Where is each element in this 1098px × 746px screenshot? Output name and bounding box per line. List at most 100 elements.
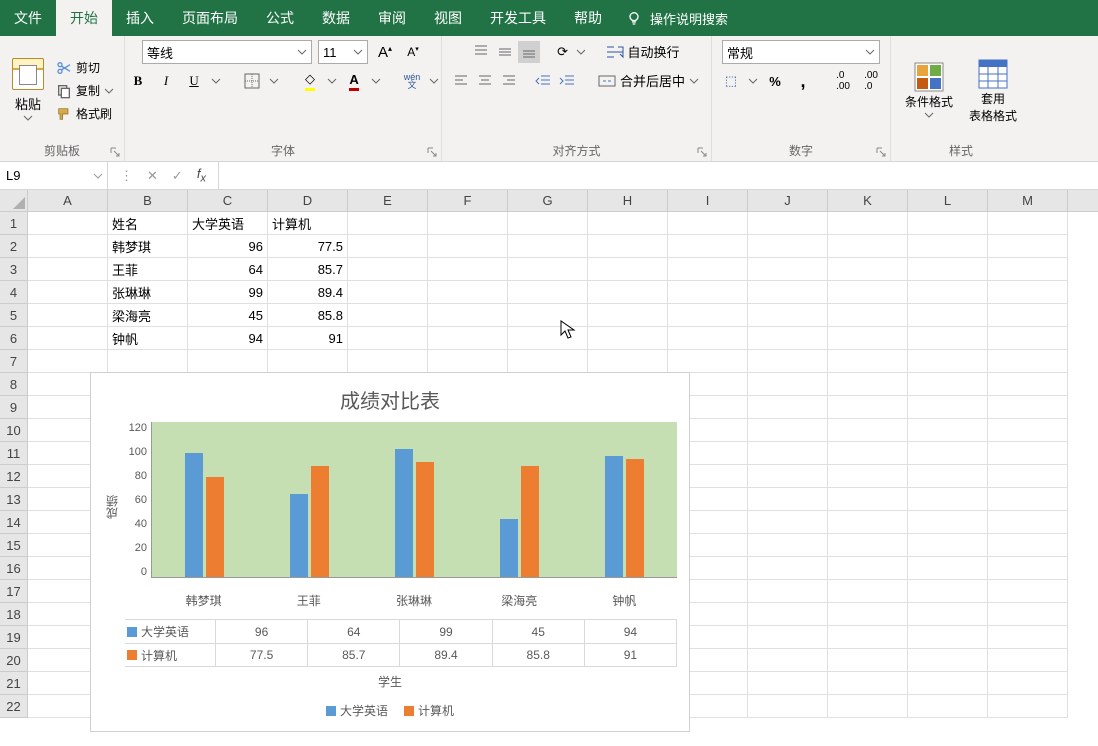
dialog-launcher-icon[interactable] bbox=[697, 147, 707, 157]
cell[interactable] bbox=[428, 304, 508, 327]
col-header-L[interactable]: L bbox=[908, 190, 988, 211]
row-header-10[interactable]: 10 bbox=[0, 419, 28, 442]
row-header-11[interactable]: 11 bbox=[0, 442, 28, 465]
confirm-icon[interactable]: ✓ bbox=[172, 168, 183, 184]
cell[interactable] bbox=[748, 281, 828, 304]
cell[interactable] bbox=[828, 419, 908, 442]
cell[interactable] bbox=[988, 373, 1068, 396]
cell[interactable] bbox=[988, 442, 1068, 465]
row-header-12[interactable]: 12 bbox=[0, 465, 28, 488]
select-all-corner[interactable] bbox=[0, 190, 28, 211]
cell[interactable] bbox=[988, 258, 1068, 281]
cell[interactable] bbox=[748, 258, 828, 281]
chevron-down-icon[interactable] bbox=[429, 76, 439, 86]
cell[interactable] bbox=[748, 442, 828, 465]
cut-button[interactable]: 剪切 bbox=[54, 58, 116, 77]
percent-button[interactable]: % bbox=[764, 70, 786, 92]
tab-layout[interactable]: 页面布局 bbox=[168, 0, 252, 36]
cell[interactable]: 张琳琳 bbox=[108, 281, 188, 304]
cell[interactable] bbox=[348, 304, 428, 327]
cell[interactable] bbox=[588, 235, 668, 258]
cell[interactable] bbox=[908, 672, 988, 695]
cell[interactable] bbox=[748, 580, 828, 603]
cell[interactable] bbox=[828, 465, 908, 488]
tab-file[interactable]: 文件 bbox=[0, 0, 56, 36]
cell[interactable] bbox=[908, 580, 988, 603]
cell[interactable] bbox=[588, 304, 668, 327]
chevron-down-icon[interactable] bbox=[211, 76, 221, 86]
tab-dev[interactable]: 开发工具 bbox=[476, 0, 560, 36]
decrease-indent-button[interactable] bbox=[532, 70, 554, 92]
cell[interactable] bbox=[828, 396, 908, 419]
cell[interactable] bbox=[588, 327, 668, 350]
fx-icon[interactable]: fx bbox=[197, 166, 206, 185]
cell[interactable] bbox=[908, 511, 988, 534]
font-size-combo[interactable]: 11 bbox=[318, 40, 368, 64]
cell[interactable]: 姓名 bbox=[108, 212, 188, 235]
cell[interactable] bbox=[428, 212, 508, 235]
row-header-6[interactable]: 6 bbox=[0, 327, 28, 350]
cell[interactable] bbox=[588, 212, 668, 235]
col-header-A[interactable]: A bbox=[28, 190, 108, 211]
cell[interactable]: 99 bbox=[188, 281, 268, 304]
align-center-button[interactable] bbox=[474, 70, 496, 92]
cell[interactable]: 王菲 bbox=[108, 258, 188, 281]
phonetic-button[interactable]: wén文 bbox=[401, 70, 423, 92]
cell[interactable] bbox=[748, 672, 828, 695]
cell[interactable] bbox=[748, 626, 828, 649]
col-header-K[interactable]: K bbox=[828, 190, 908, 211]
cell[interactable] bbox=[108, 350, 188, 373]
cell[interactable] bbox=[748, 557, 828, 580]
row-header-8[interactable]: 8 bbox=[0, 373, 28, 396]
col-header-E[interactable]: E bbox=[348, 190, 428, 211]
border-button[interactable] bbox=[241, 70, 263, 92]
cell[interactable] bbox=[988, 465, 1068, 488]
cell[interactable] bbox=[668, 212, 748, 235]
col-header-F[interactable]: F bbox=[428, 190, 508, 211]
cell[interactable] bbox=[988, 603, 1068, 626]
cell[interactable] bbox=[28, 327, 108, 350]
row-header-19[interactable]: 19 bbox=[0, 626, 28, 649]
col-header-J[interactable]: J bbox=[748, 190, 828, 211]
cell[interactable] bbox=[748, 212, 828, 235]
cell[interactable] bbox=[988, 488, 1068, 511]
cell[interactable] bbox=[828, 649, 908, 672]
increase-decimal-button[interactable]: .0.00 bbox=[832, 70, 854, 92]
number-format-combo[interactable]: 常规 bbox=[722, 40, 880, 64]
cell[interactable] bbox=[508, 258, 588, 281]
cell[interactable] bbox=[588, 350, 668, 373]
cell[interactable] bbox=[268, 350, 348, 373]
row-header-13[interactable]: 13 bbox=[0, 488, 28, 511]
cell[interactable] bbox=[988, 626, 1068, 649]
cell[interactable]: 计算机 bbox=[268, 212, 348, 235]
increase-indent-button[interactable] bbox=[556, 70, 578, 92]
cell[interactable] bbox=[508, 212, 588, 235]
cell[interactable] bbox=[988, 419, 1068, 442]
cell[interactable] bbox=[668, 281, 748, 304]
cell[interactable] bbox=[908, 304, 988, 327]
tab-help[interactable]: 帮助 bbox=[560, 0, 616, 36]
col-header-H[interactable]: H bbox=[588, 190, 668, 211]
cell[interactable] bbox=[908, 465, 988, 488]
cell[interactable] bbox=[908, 649, 988, 672]
cell[interactable] bbox=[908, 373, 988, 396]
cell[interactable] bbox=[908, 212, 988, 235]
row-header-22[interactable]: 22 bbox=[0, 695, 28, 718]
cell[interactable] bbox=[908, 281, 988, 304]
cell[interactable] bbox=[828, 373, 908, 396]
cell[interactable] bbox=[588, 258, 668, 281]
cell[interactable] bbox=[988, 672, 1068, 695]
tab-insert[interactable]: 插入 bbox=[112, 0, 168, 36]
cell[interactable] bbox=[988, 235, 1068, 258]
cell[interactable] bbox=[28, 258, 108, 281]
cell[interactable] bbox=[668, 350, 748, 373]
cell[interactable] bbox=[668, 258, 748, 281]
cell[interactable] bbox=[828, 281, 908, 304]
col-header-C[interactable]: C bbox=[188, 190, 268, 211]
cell[interactable] bbox=[828, 580, 908, 603]
cell[interactable] bbox=[428, 350, 508, 373]
row-header-20[interactable]: 20 bbox=[0, 649, 28, 672]
cell[interactable] bbox=[988, 212, 1068, 235]
row-header-14[interactable]: 14 bbox=[0, 511, 28, 534]
cell[interactable] bbox=[828, 557, 908, 580]
